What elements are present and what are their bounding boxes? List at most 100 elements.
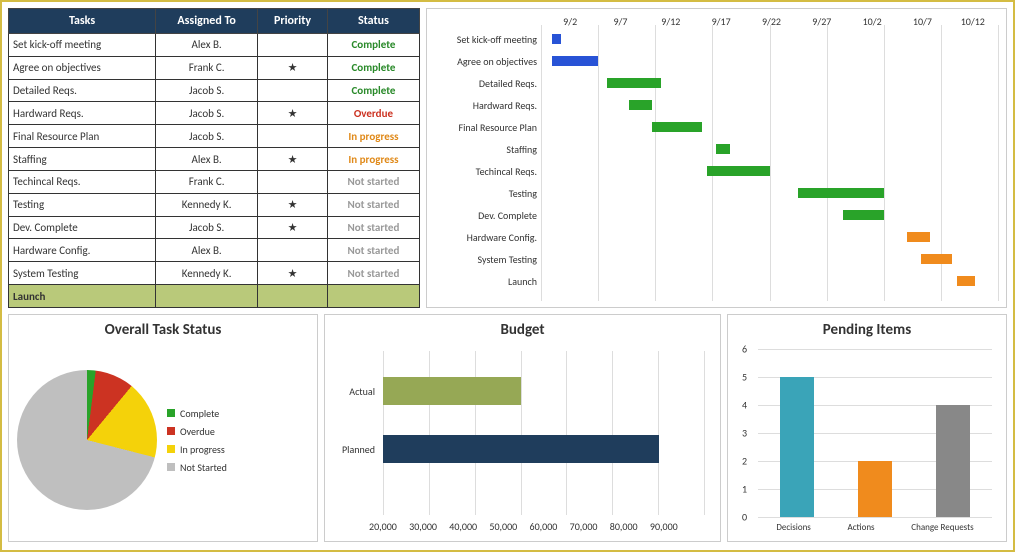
empty-cell — [258, 285, 328, 308]
launch-label: Launch — [9, 285, 156, 308]
budget-title: Budget — [333, 321, 712, 339]
overall-title: Overall Task Status — [17, 321, 309, 339]
gantt-row: Testing — [431, 182, 998, 204]
gantt-row: Set kick-off meeting — [431, 28, 998, 50]
gantt-bar — [921, 254, 953, 264]
tasks-table: TasksAssigned ToPriorityStatus Set kick-… — [8, 8, 420, 308]
assigned-cell: Jacob S. — [156, 125, 258, 148]
assigned-cell: Kennedy K. — [156, 193, 258, 216]
assigned-cell: Jacob S. — [156, 79, 258, 102]
pending-ytick: 3 — [742, 427, 747, 440]
gantt-bar — [552, 34, 561, 44]
gantt-row: Techincal Reqs. — [431, 160, 998, 182]
gantt-row: Hardward Reqs. — [431, 94, 998, 116]
gantt-row-label: Hardward Reqs. — [431, 99, 543, 112]
legend-swatch — [167, 445, 175, 453]
gantt-bar — [607, 78, 662, 88]
assigned-cell: Frank C. — [156, 56, 258, 79]
pending-xtick: Decisions — [776, 522, 810, 533]
table-row: System TestingKennedy K.★Not started — [9, 262, 420, 285]
status-cell: In progress — [327, 125, 419, 148]
legend-swatch — [167, 427, 175, 435]
pending-ytick: 2 — [742, 455, 747, 468]
table-row: TestingKennedy K.★Not started — [9, 193, 420, 216]
pending-ytick: 1 — [742, 483, 747, 496]
budget-actual-bar — [383, 377, 521, 405]
gantt-bar — [798, 188, 884, 198]
priority-cell: ★ — [258, 102, 328, 125]
table-row: Agree on objectivesFrank C.★Complete — [9, 56, 420, 79]
table-header: Status — [327, 9, 419, 34]
task-cell: Hardware Config. — [9, 239, 156, 262]
pending-ytick: 0 — [742, 511, 747, 524]
task-cell: Agree on objectives — [9, 56, 156, 79]
gantt-row-label: Launch — [431, 275, 543, 288]
gantt-row: Dev. Complete — [431, 204, 998, 226]
table-row: Detailed Reqs.Jacob S.Complete — [9, 79, 420, 102]
gantt-row: Launch — [431, 270, 998, 292]
priority-cell — [258, 239, 328, 262]
priority-cell: ★ — [258, 193, 328, 216]
legend-item: Complete — [167, 407, 227, 420]
table-row: Techincal Reqs.Frank C.Not started — [9, 170, 420, 193]
status-cell: Not started — [327, 262, 419, 285]
table-row: Set kick-off meetingAlex B.Complete — [9, 34, 420, 57]
status-cell: Not started — [327, 170, 419, 193]
priority-cell: ★ — [258, 262, 328, 285]
budget-planned-bar — [383, 435, 659, 463]
status-cell: In progress — [327, 148, 419, 171]
legend-item: In progress — [167, 443, 227, 456]
status-cell: Complete — [327, 79, 419, 102]
legend-swatch — [167, 463, 175, 471]
gantt-bar — [552, 56, 598, 66]
legend-label: Complete — [180, 407, 219, 420]
pending-bar — [858, 461, 892, 517]
priority-cell — [258, 79, 328, 102]
gantt-bar — [907, 232, 930, 242]
table-row: Dev. CompleteJacob S.★Not started — [9, 216, 420, 239]
task-cell: Final Resource Plan — [9, 125, 156, 148]
budget-panel: Budget Actual Planned 20,00030,00040,000… — [324, 314, 721, 542]
gantt-row-label: Detailed Reqs. — [431, 77, 543, 90]
gantt-row-label: System Testing — [431, 253, 543, 266]
task-cell: Dev. Complete — [9, 216, 156, 239]
gantt-bar — [707, 166, 771, 176]
gantt-row-label: Final Resource Plan — [431, 121, 543, 134]
priority-cell — [258, 34, 328, 57]
empty-cell — [156, 285, 258, 308]
task-cell: Set kick-off meeting — [9, 34, 156, 57]
budget-actual-label: Actual — [333, 385, 379, 398]
gantt-row-label: Testing — [431, 187, 543, 200]
task-cell: Techincal Reqs. — [9, 170, 156, 193]
pending-panel: Pending Items DecisionsActionsChange Req… — [727, 314, 1007, 542]
status-cell: Not started — [327, 193, 419, 216]
pending-ytick: 4 — [742, 399, 747, 412]
gantt-bar — [957, 276, 975, 286]
status-cell: Not started — [327, 239, 419, 262]
pending-title: Pending Items — [736, 321, 998, 339]
legend-swatch — [167, 409, 175, 417]
task-cell: Testing — [9, 193, 156, 216]
table-header: Assigned To — [156, 9, 258, 34]
empty-cell — [327, 285, 419, 308]
budget-tick: 90,000 — [650, 520, 704, 533]
gantt-chart: 9/29/79/129/179/229/2710/210/710/12 Set … — [426, 8, 1007, 308]
gantt-row-label: Hardware Config. — [431, 231, 543, 244]
gantt-row: Agree on objectives — [431, 50, 998, 72]
gantt-row: Hardware Config. — [431, 226, 998, 248]
pie-legend: Complete Overdue In progress Not Started — [167, 402, 227, 479]
table-header: Tasks — [9, 9, 156, 34]
gantt-row: Detailed Reqs. — [431, 72, 998, 94]
gantt-row: Staffing — [431, 138, 998, 160]
table-row: StaffingAlex B.★In progress — [9, 148, 420, 171]
legend-item: Overdue — [167, 425, 227, 438]
gantt-row-label: Dev. Complete — [431, 209, 543, 222]
pending-bar — [780, 377, 814, 517]
status-cell: Not started — [327, 216, 419, 239]
legend-item: Not Started — [167, 461, 227, 474]
gantt-bar — [843, 210, 884, 220]
priority-cell: ★ — [258, 216, 328, 239]
pending-ytick: 6 — [742, 343, 747, 356]
gantt-row-label: Techincal Reqs. — [431, 165, 543, 178]
legend-label: Not Started — [180, 461, 227, 474]
